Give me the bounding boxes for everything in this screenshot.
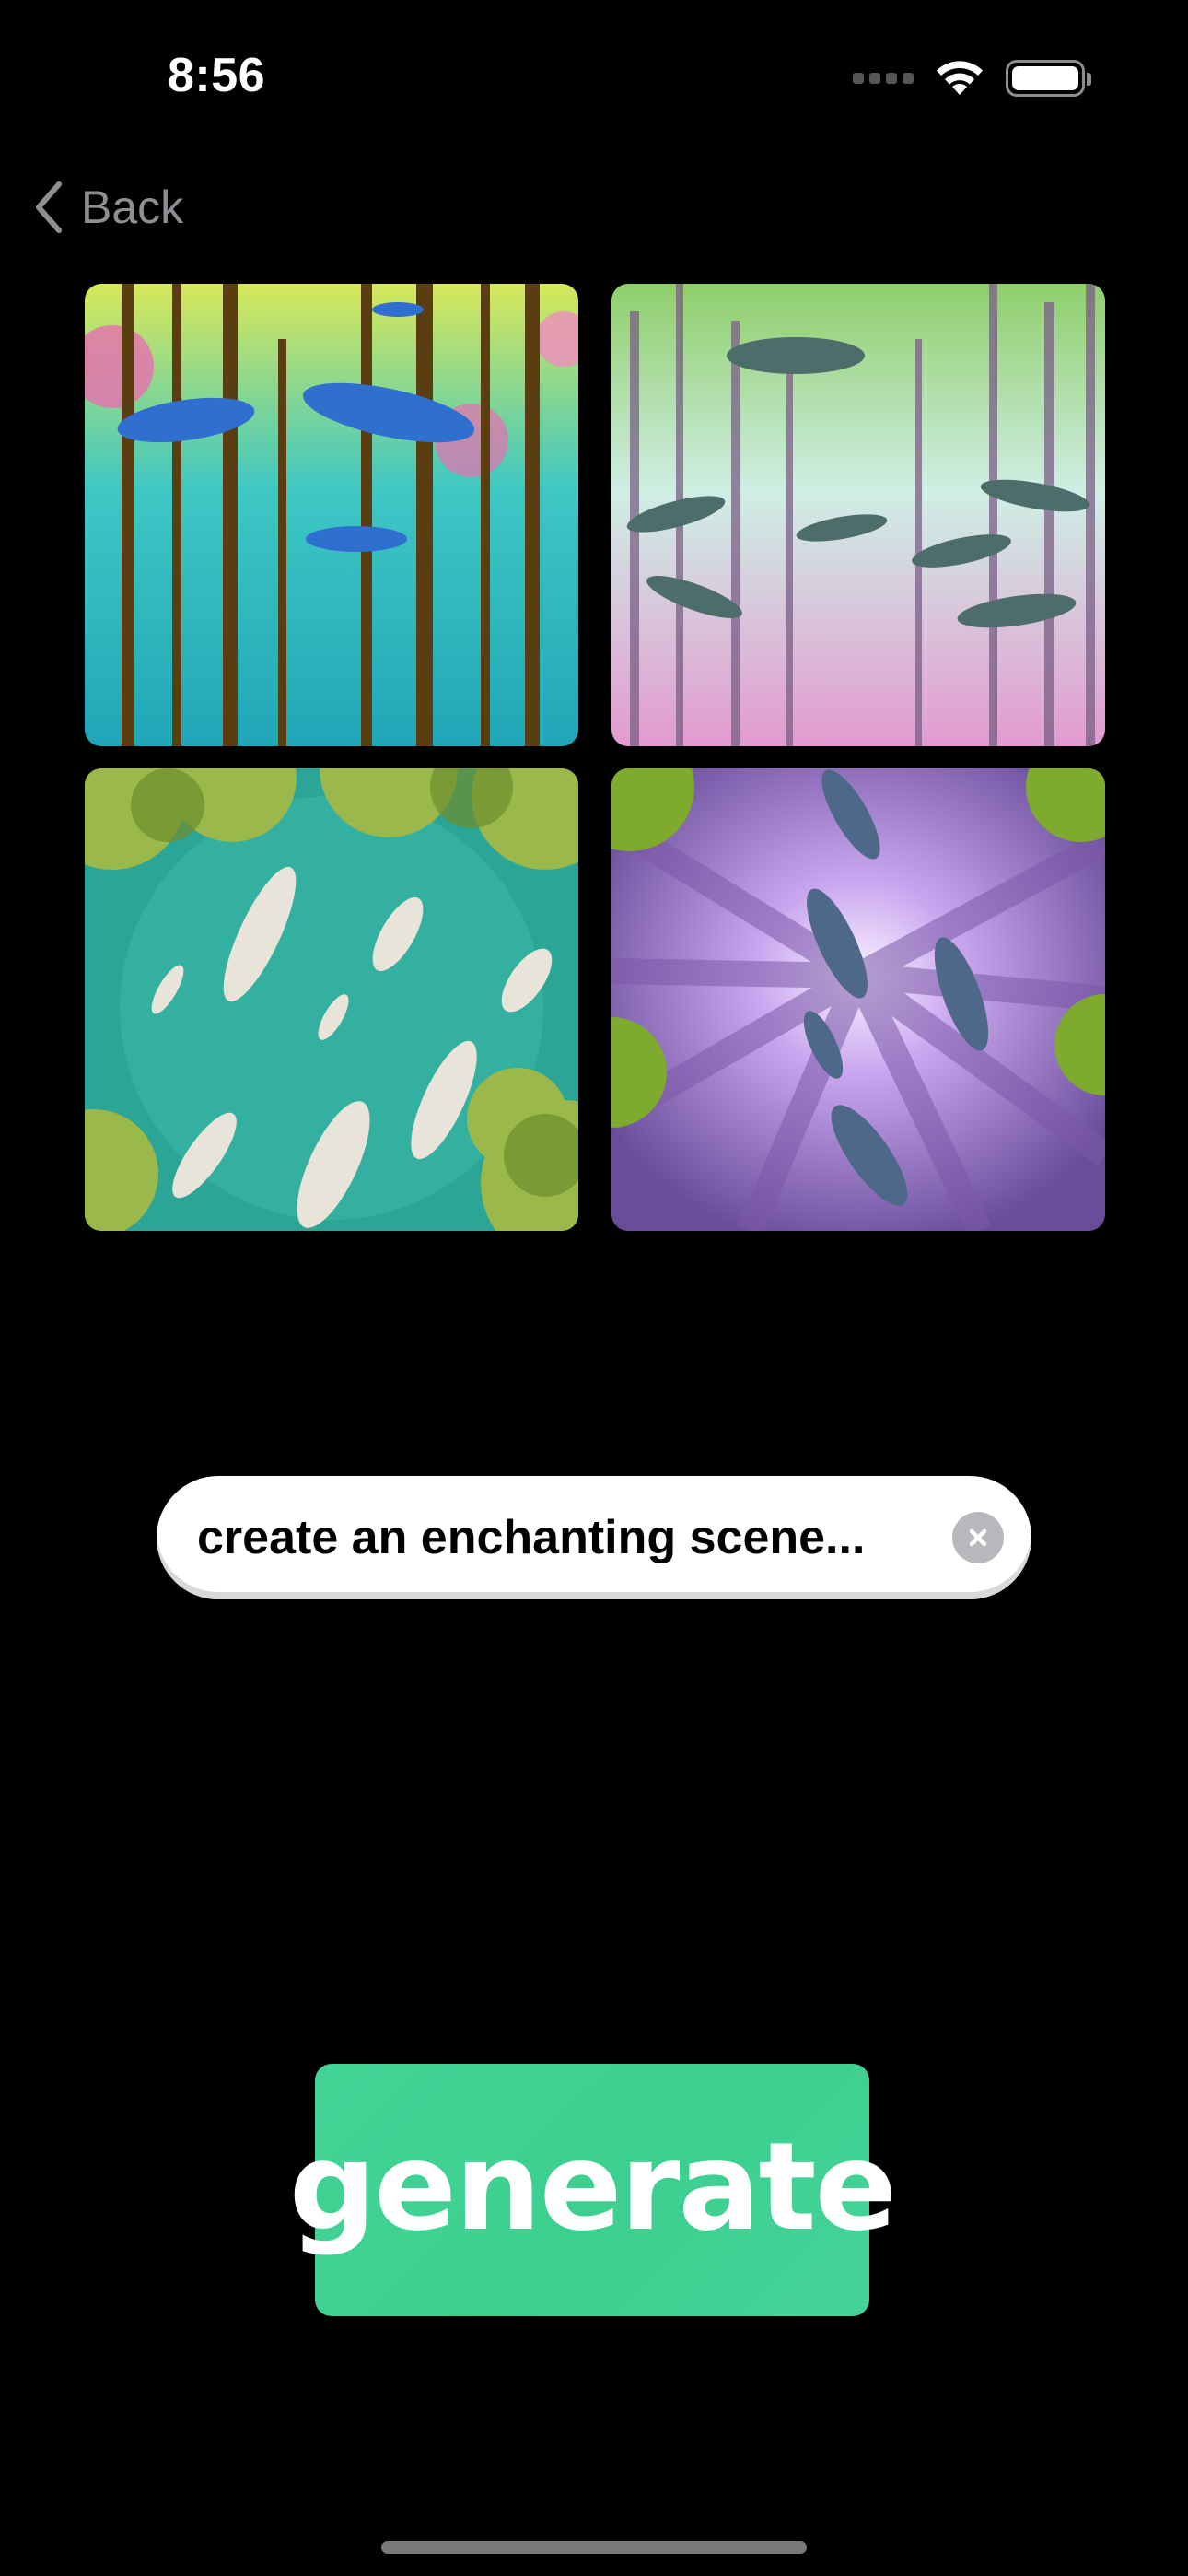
- generated-image-1[interactable]: [85, 284, 578, 746]
- prompt-text[interactable]: create an enchanting scene...: [197, 1510, 952, 1565]
- back-button[interactable]: Back: [33, 181, 183, 234]
- cellular-icon: [853, 73, 914, 84]
- chevron-left-icon: [36, 181, 62, 233]
- prompt-input[interactable]: create an enchanting scene...: [157, 1476, 1031, 1599]
- generate-label: generate: [288, 2116, 897, 2258]
- clear-icon: [969, 1528, 987, 1547]
- back-label: Back: [81, 181, 184, 233]
- generated-image-2[interactable]: [611, 284, 1105, 746]
- wifi-icon: [937, 61, 983, 95]
- clear-button[interactable]: [952, 1512, 1004, 1563]
- generated-image-4[interactable]: [611, 768, 1105, 1231]
- status-time: 8:56: [168, 49, 266, 102]
- generate-button[interactable]: generate: [289, 2064, 897, 2316]
- image-grid: [85, 284, 1105, 1231]
- generated-image-3[interactable]: [85, 768, 578, 1231]
- home-indicator[interactable]: [381, 2541, 807, 2554]
- status-icons: [853, 55, 1091, 101]
- battery-icon: [1006, 60, 1091, 97]
